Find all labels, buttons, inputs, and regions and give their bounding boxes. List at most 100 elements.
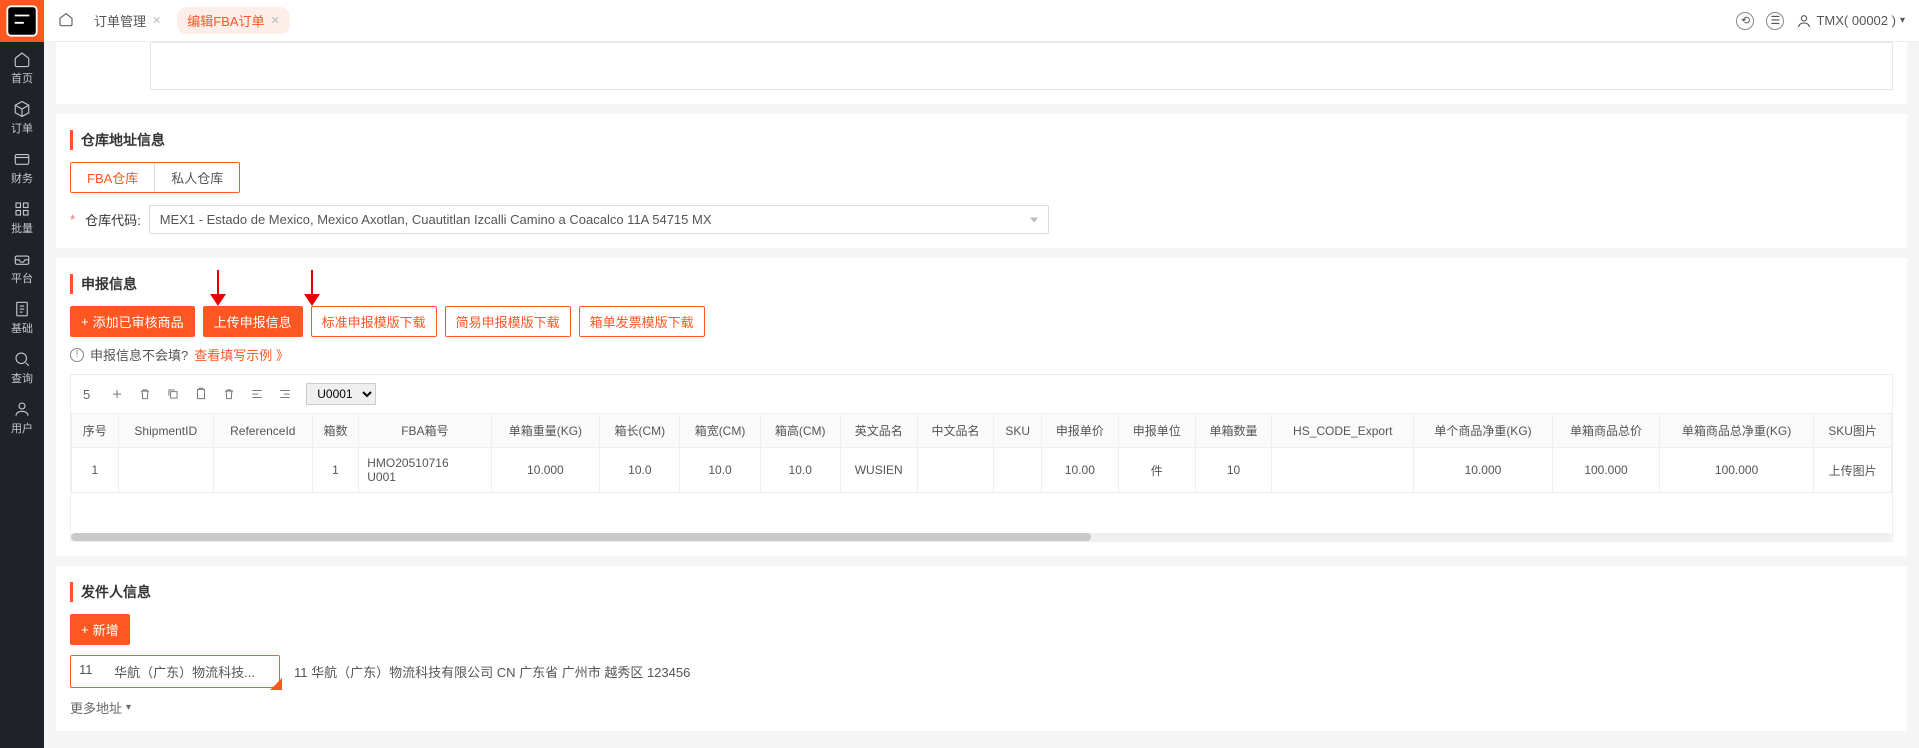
std-template-download-button[interactable]: 标准申报模版下载 [311, 306, 437, 337]
cell[interactable] [1272, 448, 1414, 493]
header-action-1[interactable]: ⟲ [1736, 12, 1754, 30]
cell[interactable]: 1 [312, 448, 359, 493]
cell[interactable]: WUSIEN [840, 448, 917, 493]
sender-title: 发件人信息 [70, 582, 1893, 602]
view-example-link[interactable]: 查看填写示例 》 [194, 345, 289, 364]
scrollbar-thumb[interactable] [71, 533, 1091, 541]
grid-icon [13, 200, 31, 218]
add-reviewed-product-button[interactable]: +添加已审核商品 [70, 306, 195, 337]
copy-icon[interactable] [166, 387, 180, 401]
toolbar-count: 5 [83, 387, 90, 402]
sidebar-label: 平台 [11, 270, 33, 286]
empty-textarea[interactable] [150, 42, 1893, 90]
declaration-buttons: +添加已审核商品 上传申报信息 标准申报模版下载 简易申报模版下载 箱单发票模版… [70, 306, 1893, 337]
header-action-2[interactable]: ☰ [1766, 12, 1784, 30]
col-wid: 箱宽(CM) [680, 414, 760, 448]
warehouse-section: 仓库地址信息 FBA仓库 私人仓库 * 仓库代码: MEX1 - Estado … [56, 114, 1907, 248]
user-icon [1796, 13, 1812, 29]
col-total-net: 单箱商品总净重(KG) [1660, 414, 1814, 448]
table-row[interactable]: 1 1 HMO20510716U001 10.000 10.0 10.0 10.… [72, 448, 1892, 493]
cell[interactable]: 件 [1118, 448, 1195, 493]
plus-icon: + [81, 622, 89, 637]
cell-text: HMO20510716U001 [367, 456, 457, 484]
sidebar-label: 查询 [11, 370, 33, 386]
declaration-table: 序号 ShipmentID ReferenceId 箱数 FBA箱号 单箱重量(… [71, 413, 1892, 493]
tab-order-manage[interactable]: 订单管理 ✕ [84, 7, 171, 34]
align-right-icon[interactable] [278, 387, 292, 401]
trash-icon[interactable] [138, 387, 152, 401]
trash2-icon[interactable] [222, 387, 236, 401]
inbox-icon [13, 250, 31, 268]
sidebar-label: 订单 [11, 120, 33, 136]
col-boxes: 箱数 [312, 414, 359, 448]
sidebar-item-query[interactable]: 查询 [0, 342, 44, 392]
box-invoice-template-download-button[interactable]: 箱单发票模版下载 [579, 306, 705, 337]
tab-fba-warehouse[interactable]: FBA仓库 [71, 163, 154, 192]
user-name: TMX( 00002 ) [1816, 13, 1895, 28]
required-mark: * [70, 212, 75, 227]
main-content: 仓库地址信息 FBA仓库 私人仓库 * 仓库代码: MEX1 - Estado … [44, 42, 1919, 748]
sidebar-item-finance[interactable]: 财务 [0, 142, 44, 192]
cell[interactable]: 1 [72, 448, 119, 493]
check-icon: ✓ [272, 678, 280, 689]
cell[interactable]: 10.00 [1041, 448, 1118, 493]
cell[interactable]: HMO20510716U001 [359, 448, 491, 493]
plus-icon[interactable] [110, 387, 124, 401]
tab-label: 订单管理 [94, 11, 146, 30]
app-logo[interactable] [0, 0, 44, 42]
col-en-name: 英文品名 [840, 414, 917, 448]
sidebar-item-basic[interactable]: 基础 [0, 292, 44, 342]
tab-label: 编辑FBA订单 [187, 11, 264, 30]
toolbar-select[interactable]: U0001 [306, 383, 376, 405]
close-icon[interactable]: ✕ [152, 14, 161, 27]
table-scroll[interactable]: 序号 ShipmentID ReferenceId 箱数 FBA箱号 单箱重量(… [71, 413, 1892, 493]
add-sender-button[interactable]: +新增 [70, 614, 130, 645]
header-tabs: 订单管理 ✕ 编辑FBA订单 ✕ [84, 7, 290, 34]
cell[interactable]: 10.0 [600, 448, 680, 493]
sidebar-item-platform[interactable]: 平台 [0, 242, 44, 292]
simple-template-download-button[interactable]: 简易申报模版下载 [445, 306, 571, 337]
more-address-link[interactable]: 更多地址 ▾ [70, 698, 131, 717]
col-price: 申报单价 [1041, 414, 1118, 448]
cell[interactable]: 10.000 [491, 448, 600, 493]
warehouse-code-select[interactable]: MEX1 - Estado de Mexico, Mexico Axotlan,… [149, 205, 1049, 234]
sidebar-item-user[interactable]: 用户 [0, 392, 44, 442]
cell[interactable]: 10.0 [760, 448, 840, 493]
info-icon: ! [70, 348, 84, 362]
cell[interactable]: 100.000 [1552, 448, 1659, 493]
sender-select[interactable]: 11 华航（广东）物流科技... ✓ [70, 655, 280, 688]
sidebar-item-orders[interactable]: 订单 [0, 92, 44, 142]
warehouse-tab-group: FBA仓库 私人仓库 [70, 162, 240, 193]
header-home-button[interactable] [58, 11, 74, 30]
sender-full-text: 11 华航（广东）物流科技有限公司 CN 广东省 广州市 越秀区 123456 [294, 662, 690, 681]
sidebar-item-batch[interactable]: 批量 [0, 192, 44, 242]
cell[interactable]: 10 [1195, 448, 1272, 493]
sidebar-item-home[interactable]: 首页 [0, 42, 44, 92]
header-right: ⟲ ☰ TMX( 00002 ) ▾ [1736, 12, 1905, 30]
col-ref: ReferenceId [213, 414, 312, 448]
cell[interactable]: 10.0 [680, 448, 760, 493]
col-cn-name: 中文品名 [917, 414, 994, 448]
close-icon[interactable]: ✕ [271, 14, 280, 27]
cell[interactable] [994, 448, 1041, 493]
col-len: 箱长(CM) [600, 414, 680, 448]
upload-image-cell[interactable]: 上传图片 [1814, 448, 1892, 493]
header-user-menu[interactable]: TMX( 00002 ) ▾ [1796, 13, 1905, 29]
chevron-down-icon: ▾ [126, 702, 131, 713]
cell[interactable] [917, 448, 994, 493]
cell[interactable]: 10.000 [1414, 448, 1553, 493]
tab-private-warehouse[interactable]: 私人仓库 [154, 163, 239, 192]
cell[interactable] [213, 448, 312, 493]
align-left-icon[interactable] [250, 387, 264, 401]
declaration-section: 申报信息 +添加已审核商品 上传申报信息 标准申报模版下载 简易申报模版下载 箱… [56, 258, 1907, 556]
home-icon [58, 11, 74, 27]
logo-icon [0, 0, 44, 43]
tab-edit-fba[interactable]: 编辑FBA订单 ✕ [177, 7, 290, 34]
cell[interactable] [118, 448, 213, 493]
paste-icon[interactable] [194, 387, 208, 401]
col-hei: 箱高(CM) [760, 414, 840, 448]
cube-icon [13, 100, 31, 118]
upload-declaration-button[interactable]: 上传申报信息 [203, 306, 303, 337]
cell[interactable]: 100.000 [1660, 448, 1814, 493]
horizontal-scrollbar[interactable] [71, 533, 1892, 541]
